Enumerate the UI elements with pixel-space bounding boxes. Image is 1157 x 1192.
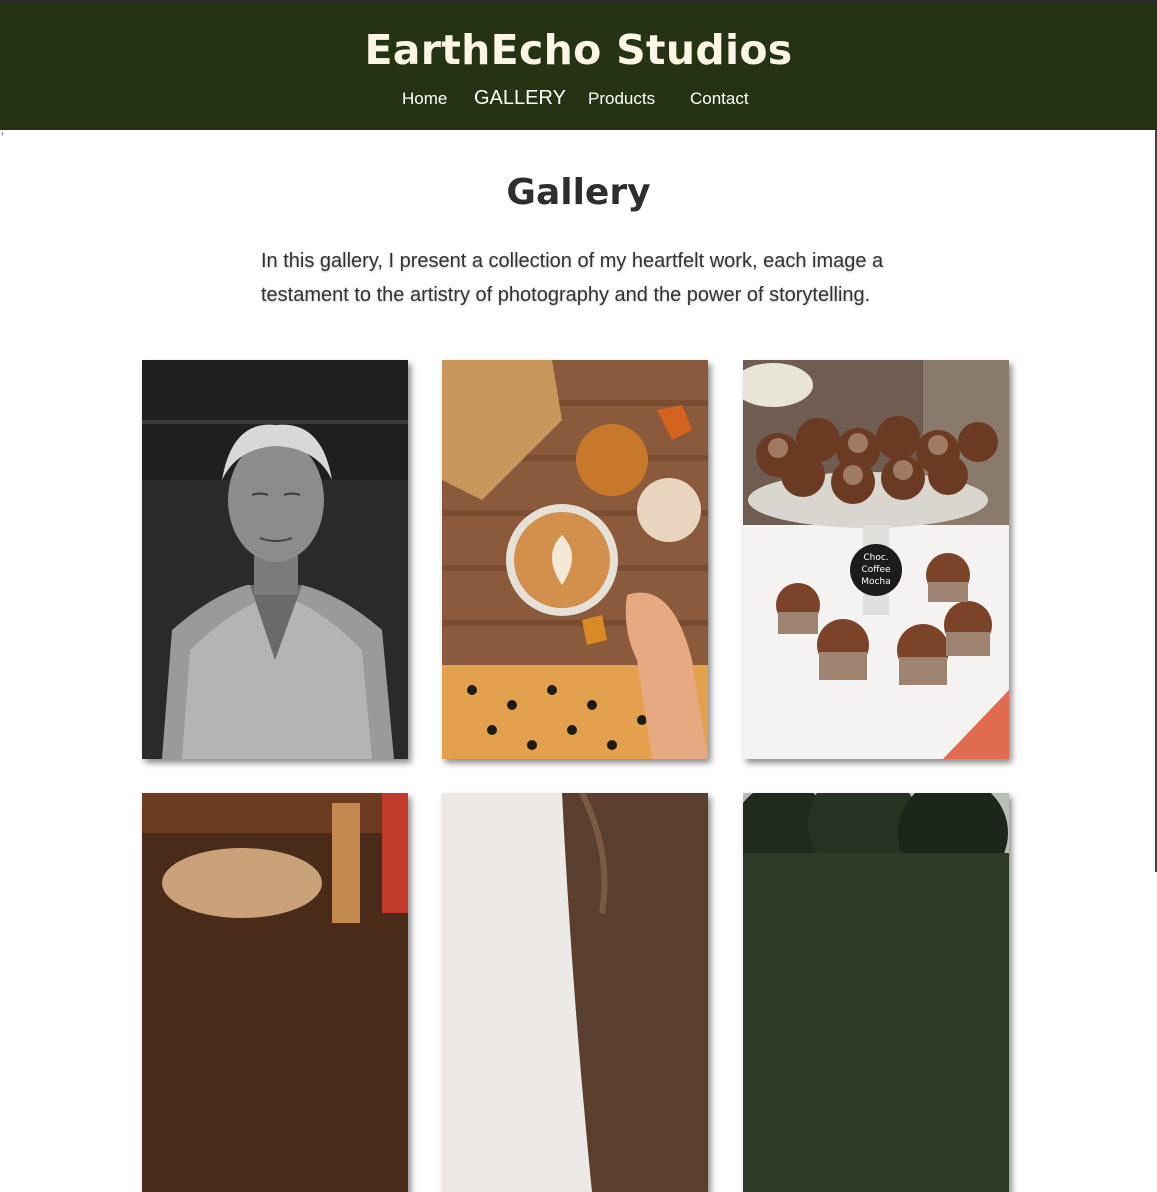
page-title: Gallery xyxy=(506,172,651,213)
gallery-image-woman[interactable] xyxy=(442,793,708,1192)
nav-home[interactable]: Home xyxy=(402,89,447,109)
site-header: EarthEcho Studios Home GALLERY Products … xyxy=(0,4,1157,130)
gallery-image-cupcakes[interactable]: Choc. Coffee Mocha xyxy=(743,360,1009,759)
nav-contact[interactable]: Contact xyxy=(690,89,749,109)
cupcake-sign-line2: Coffee xyxy=(861,565,891,575)
stray-glyph: › xyxy=(1,129,4,138)
cupcake-sign-line3: Mocha xyxy=(861,577,890,587)
cupcake-sign-line1: Choc. xyxy=(863,553,888,563)
gallery-image-food[interactable] xyxy=(142,793,408,1192)
nav-products[interactable]: Products xyxy=(588,89,655,109)
site-title[interactable]: EarthEcho Studios xyxy=(0,26,1157,74)
gallery-image-portrait[interactable] xyxy=(142,360,408,759)
gallery-image-latte[interactable] xyxy=(442,360,708,759)
main-nav: Home GALLERY Products Contact xyxy=(0,87,1157,111)
gallery-image-trees[interactable] xyxy=(743,793,1009,1192)
nav-gallery[interactable]: GALLERY xyxy=(474,87,566,110)
gallery-intro: In this gallery, I present a collection … xyxy=(261,250,884,306)
